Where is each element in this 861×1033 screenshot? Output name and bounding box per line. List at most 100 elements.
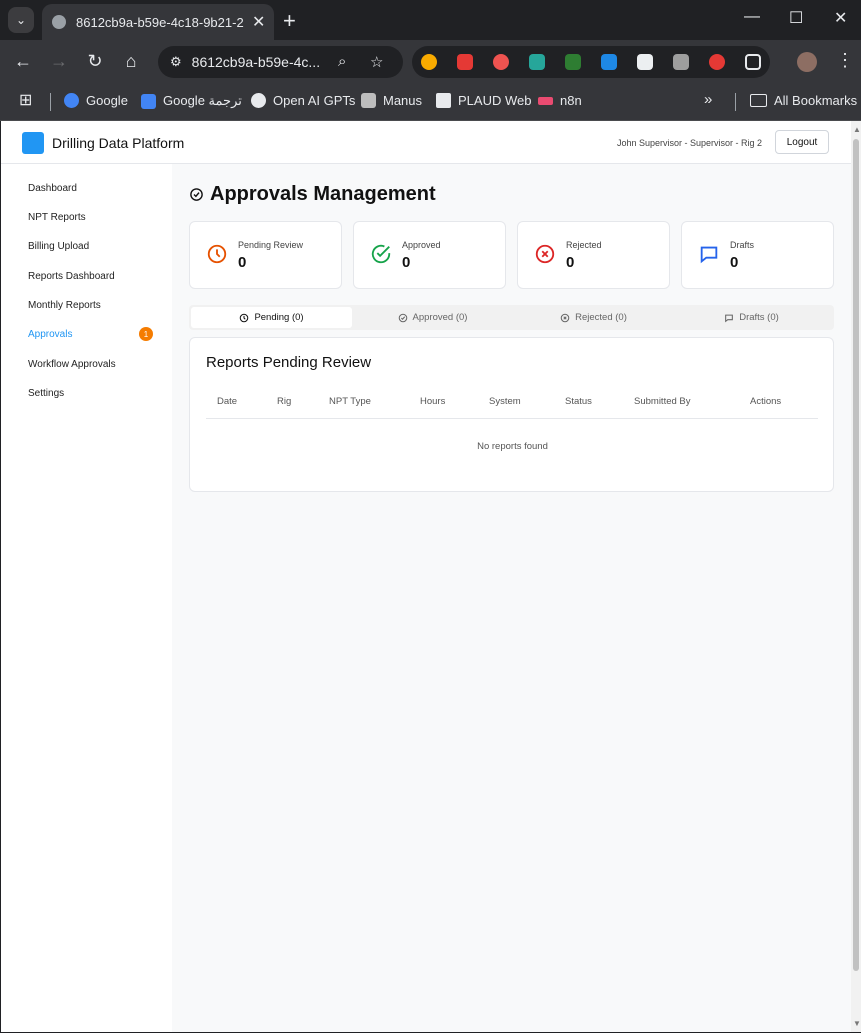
site-info-icon[interactable]: ⚙ (170, 54, 182, 70)
extension-chat-icon[interactable] (565, 54, 581, 70)
home-icon[interactable]: ⌂ (120, 51, 142, 72)
browser-toolbar: ← → ↻ ⌂ ⚙ 8612cb9a-b59e-4c... ⌕ ☆ ⋮ (0, 40, 861, 84)
page-title: Approvals Management (210, 183, 436, 205)
message-square-icon (725, 314, 734, 322)
bookmark-google-translate[interactable]: Google ترجمة (141, 93, 242, 109)
all-bookmarks[interactable]: All Bookmarks (750, 93, 857, 108)
tab-rejected[interactable]: Rejected (0) (513, 307, 674, 328)
stat-label: Approved (402, 240, 441, 250)
reports-panel: Reports Pending Review Date Rig NPT Type… (189, 337, 834, 492)
reload-icon[interactable]: ↻ (84, 51, 106, 72)
bookmark-label: Open AI GPTs (273, 93, 356, 108)
sidebar-item-npt-reports[interactable]: NPT Reports (28, 212, 86, 223)
openai-icon (251, 93, 266, 108)
main-content: Approvals Management Pending Review 0 Ap… (172, 164, 851, 1032)
n8n-icon (538, 96, 553, 105)
manus-icon (361, 93, 376, 108)
browser-chrome: ⌄ 8612cb9a-b59e-4c18-9b21-278 ✕ + — ☐ ✕ … (0, 0, 861, 121)
x-circle-icon (560, 313, 570, 322)
column-header-date: Date (217, 396, 238, 407)
column-header-status: Status (565, 396, 592, 407)
bookmark-google[interactable]: Google (64, 93, 128, 108)
tab-label: Pending (0) (254, 312, 304, 323)
web-page: Drilling Data Platform John Supervisor -… (1, 121, 851, 1032)
tab-drafts[interactable]: Drafts (0) (671, 307, 832, 328)
browser-menu-icon[interactable]: ⋮ (836, 50, 854, 71)
column-header-system: System (489, 396, 521, 407)
bookmarks-bar: ⊞ Google Google ترجمة Open AI GPTs Manus… (0, 84, 861, 121)
tab-title: 8612cb9a-b59e-4c18-9b21-278 (76, 14, 244, 30)
bookmark-label: n8n (560, 93, 582, 108)
bookmark-plaud-web[interactable]: PLAUD Web (436, 93, 531, 108)
extension-card-icon[interactable] (673, 54, 689, 70)
tab-search-button[interactable]: ⌄ (8, 7, 34, 33)
scroll-down-icon[interactable]: ▼ (853, 1019, 861, 1028)
sidebar-item-settings[interactable]: Settings (28, 388, 64, 399)
extension-grid-icon[interactable] (637, 54, 653, 70)
sidebar-item-billing-upload[interactable]: Billing Upload (28, 241, 89, 252)
check-circle-icon (398, 313, 407, 322)
bookmark-n8n[interactable]: n8n (538, 93, 582, 108)
panel-title: Reports Pending Review (206, 354, 372, 371)
bookmark-label: Manus (383, 93, 423, 108)
extension-record-icon[interactable] (493, 54, 509, 70)
empty-state-text: No reports found (477, 441, 548, 452)
bookmark-openai-gpts[interactable]: Open AI GPTs (251, 93, 355, 108)
bookmark-label: Google ترجمة (163, 93, 242, 108)
bookmark-manus[interactable]: Manus (361, 93, 422, 108)
clock-icon (207, 244, 227, 264)
column-header-npt-type: NPT Type (329, 396, 371, 407)
tab-label: Approved (0) (412, 312, 468, 323)
stat-label: Rejected (566, 240, 602, 250)
app-title: Drilling Data Platform (52, 135, 185, 151)
zoom-icon[interactable]: ⌕ (338, 53, 346, 70)
sidebar-item-approvals[interactable]: Approvals (28, 329, 72, 340)
back-icon[interactable]: ← (12, 51, 34, 72)
stat-card-approved: Approved 0 (353, 221, 506, 289)
stat-value: 0 (238, 254, 247, 271)
all-bookmarks-label: All Bookmarks (774, 93, 858, 108)
bookmark-star-icon[interactable]: ☆ (370, 53, 383, 71)
scroll-up-icon[interactable]: ▲ (853, 125, 861, 134)
apps-grid-icon[interactable]: ⊞ (19, 90, 32, 110)
close-window-icon[interactable]: ✕ (834, 8, 847, 28)
stat-label: Pending Review (238, 240, 304, 250)
close-tab-icon[interactable]: ✕ (252, 12, 265, 32)
extensions-bar (412, 46, 770, 78)
more-bookmarks-icon[interactable]: » (704, 91, 712, 108)
google-icon (64, 93, 79, 108)
address-bar[interactable]: ⚙ 8612cb9a-b59e-4c... ⌕ ☆ (158, 46, 403, 78)
logout-button[interactable]: Logout (775, 130, 829, 154)
tab-strip: ⌄ 8612cb9a-b59e-4c18-9b21-278 ✕ + — ☐ ✕ (0, 0, 861, 40)
sidebar-item-workflow-approvals[interactable]: Workflow Approvals (28, 359, 116, 370)
folder-icon (750, 94, 767, 107)
sidebar: Dashboard NPT Reports Billing Upload Rep… (1, 164, 172, 1032)
extension-flow-icon[interactable] (529, 54, 545, 70)
forward-icon[interactable]: → (48, 51, 70, 72)
divider (735, 93, 736, 111)
browser-tab[interactable]: 8612cb9a-b59e-4c18-9b21-278 ✕ (42, 4, 274, 40)
maximize-icon[interactable]: ☐ (789, 8, 803, 28)
x-circle-icon (535, 244, 555, 264)
new-tab-button[interactable]: + (283, 8, 296, 34)
extension-drive-icon[interactable] (421, 54, 437, 70)
minimize-icon[interactable]: — (744, 8, 760, 26)
bookmark-label: PLAUD Web (458, 93, 532, 108)
tab-approved[interactable]: Approved (0) (352, 307, 513, 328)
check-circle-icon (371, 244, 391, 264)
app-header: Drilling Data Platform John Supervisor -… (1, 121, 851, 164)
sidebar-item-monthly-reports[interactable]: Monthly Reports (28, 300, 101, 311)
tab-pending[interactable]: Pending (0) (191, 307, 352, 328)
sidebar-item-dashboard[interactable]: Dashboard (28, 183, 77, 194)
column-header-rig: Rig (277, 396, 292, 407)
extension-red-icon[interactable] (709, 54, 725, 70)
extensions-puzzle-icon[interactable] (745, 54, 761, 70)
url-text: 8612cb9a-b59e-4c... (191, 54, 321, 70)
sidebar-item-reports-dashboard[interactable]: Reports Dashboard (28, 271, 115, 282)
page-scrollbar[interactable]: ▲ ▼ (851, 121, 861, 1032)
extension-download-icon[interactable] (457, 54, 473, 70)
extension-n-icon[interactable] (601, 54, 617, 70)
column-header-hours: Hours (420, 396, 446, 407)
scrollbar-thumb[interactable] (853, 139, 859, 971)
profile-avatar[interactable] (797, 52, 817, 72)
